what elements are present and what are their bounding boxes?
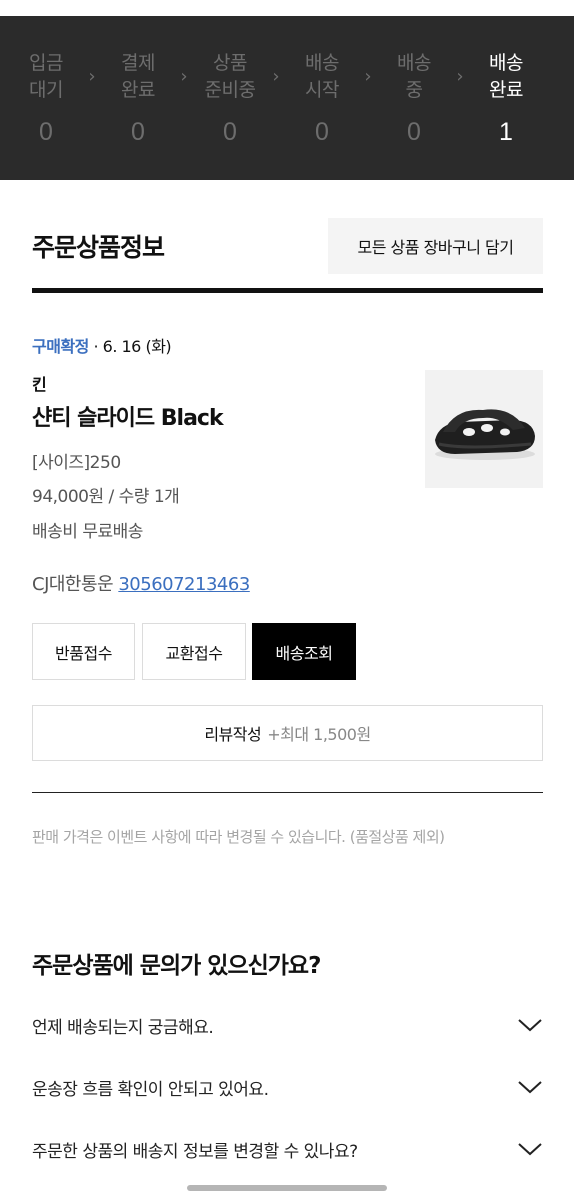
home-indicator bbox=[187, 1185, 387, 1191]
courier-name: CJ대한통운 bbox=[32, 574, 119, 595]
review-label: 리뷰작성 bbox=[204, 725, 262, 744]
track-delivery-button[interactable]: 배송조회 bbox=[252, 623, 356, 680]
product-name[interactable]: 샨티 슬라이드 Black bbox=[32, 400, 224, 432]
chevron-down-icon bbox=[518, 1019, 542, 1032]
faq-item[interactable]: 운송장 흐름 확인이 안되고 있어요. bbox=[32, 1072, 543, 1102]
courier-info: CJ대한통운 305607213463 bbox=[32, 570, 250, 596]
tracking-number-link[interactable]: 305607213463 bbox=[118, 574, 250, 595]
product-thumbnail[interactable] bbox=[425, 370, 543, 488]
step-payment-pending: 입금 대기 0 bbox=[12, 16, 80, 147]
step-label: 배송 중 bbox=[397, 52, 431, 101]
step-label: 입금 대기 bbox=[29, 52, 63, 101]
faq-question: 주문한 상품의 배송지 정보를 변경할 수 있나요? bbox=[32, 1141, 358, 1162]
step-delivered: 배송 완료 1 bbox=[472, 16, 540, 147]
chevron-right-icon: › bbox=[180, 66, 188, 87]
order-items-header: 주문상품정보 모든 상품 장바구니 담기 bbox=[32, 218, 543, 274]
step-payment-complete: 결제 완료 0 bbox=[104, 16, 172, 147]
page-title: 주문상품정보 bbox=[32, 233, 165, 262]
order-date: · 6. 16 (화) bbox=[88, 337, 172, 356]
chevron-right-icon: › bbox=[364, 66, 372, 87]
write-review-button[interactable]: 리뷰작성 +최대 1,500원 bbox=[32, 705, 543, 761]
faq-title: 주문상품에 문의가 있으신가요? bbox=[32, 953, 321, 979]
step-count: 0 bbox=[223, 118, 237, 146]
chevron-down-icon bbox=[518, 1081, 542, 1094]
order-status-line: 구매확정 · 6. 16 (화) bbox=[32, 333, 172, 357]
exchange-request-button[interactable]: 교환접수 bbox=[142, 623, 246, 680]
slide-sandal-icon bbox=[435, 409, 535, 460]
faq-question: 운송장 흐름 확인이 안되고 있어요. bbox=[32, 1079, 269, 1100]
faq-item[interactable]: 언제 배송되는지 궁금해요. bbox=[32, 1010, 543, 1040]
divider bbox=[32, 792, 543, 793]
step-count: 0 bbox=[131, 118, 145, 146]
faq-question: 언제 배송되는지 궁금해요. bbox=[32, 1017, 214, 1038]
chevron-right-icon: › bbox=[456, 66, 464, 87]
step-preparing: 상품 준비중 0 bbox=[196, 16, 264, 147]
step-label: 결제 완료 bbox=[121, 52, 155, 101]
step-count: 1 bbox=[499, 118, 513, 146]
product-price-quantity: 94,000원 / 수량 1개 bbox=[32, 487, 180, 507]
delivery-status-panel: 입금 대기 0 › 결제 완료 0 › 상품 준비중 0 › 배송 시작 0 ›… bbox=[0, 16, 574, 180]
step-label: 상품 준비중 bbox=[204, 52, 256, 101]
add-all-to-cart-button[interactable]: 모든 상품 장바구니 담기 bbox=[328, 218, 543, 274]
step-label: 배송 시작 bbox=[305, 52, 339, 101]
section-divider bbox=[32, 288, 543, 293]
brand-name: 킨 bbox=[32, 375, 47, 394]
chevron-right-icon: › bbox=[272, 66, 280, 87]
step-label: 배송 완료 bbox=[489, 52, 523, 101]
return-request-button[interactable]: 반품접수 bbox=[32, 623, 135, 680]
step-count: 0 bbox=[39, 118, 53, 146]
step-in-transit: 배송 중 0 bbox=[380, 16, 448, 147]
faq-item[interactable]: 주문한 상품의 배송지 정보를 변경할 수 있나요? bbox=[32, 1134, 543, 1164]
product-option: [사이즈]250 bbox=[32, 453, 121, 473]
step-count: 0 bbox=[407, 118, 421, 146]
chevron-down-icon bbox=[518, 1143, 542, 1156]
review-reward: +최대 1,500원 bbox=[267, 725, 371, 744]
step-count: 0 bbox=[315, 118, 329, 146]
chevron-right-icon: › bbox=[88, 66, 96, 87]
shipping-fee: 배송비 무료배송 bbox=[32, 522, 143, 542]
price-notice: 판매 가격은 이벤트 사항에 따라 변경될 수 있습니다. (품절상품 제외) bbox=[32, 828, 445, 846]
status-badge: 구매확정 bbox=[32, 337, 89, 356]
step-shipping-started: 배송 시작 0 bbox=[288, 16, 356, 147]
